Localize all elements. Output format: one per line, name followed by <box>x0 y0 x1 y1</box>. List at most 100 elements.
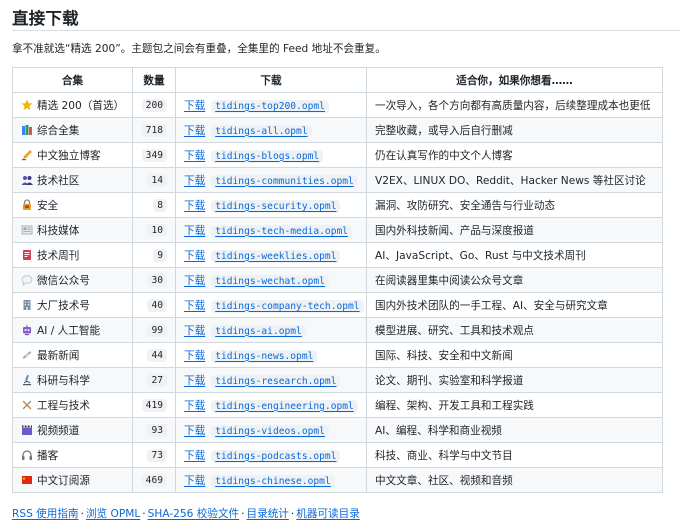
download-link[interactable]: 下载 <box>184 425 205 437</box>
col-header-count: 数量 <box>132 67 176 93</box>
description-cell: 仍在认真写作的中文个人博客 <box>366 142 663 168</box>
description-cell: 国内外科技新闻、产品与深度报道 <box>366 217 663 243</box>
opml-file-link[interactable]: tidings-company-tech.opml <box>211 299 364 313</box>
footer-link[interactable]: SHA-256 校验文件 <box>148 508 240 520</box>
description-cell: 国际、科技、安全和中文新闻 <box>366 342 663 368</box>
collection-cell: 微信公众号 <box>12 267 133 293</box>
count-value: 718 <box>141 123 167 137</box>
flag-icon <box>21 474 33 486</box>
opml-file-link[interactable]: tidings-podcasts.opml <box>211 449 341 463</box>
opml-file-link[interactable]: tidings-top200.opml <box>211 99 329 113</box>
description-cell: V2EX、LINUX DO、Reddit、Hacker News 等社区讨论 <box>366 167 663 193</box>
download-cell: 下载 tidings-company-tech.opml <box>175 292 367 318</box>
tools-icon <box>21 399 33 411</box>
description-cell: AI、编程、科学和商业视频 <box>366 417 663 443</box>
download-link[interactable]: 下载 <box>184 450 205 462</box>
lock-icon <box>21 198 33 211</box>
opml-file-link[interactable]: tidings-all.opml <box>211 124 312 138</box>
collection-name: 工程与技术 <box>37 399 90 412</box>
collection-cell: 精选 200（首选） <box>12 92 133 118</box>
collection-name: 中文独立博客 <box>37 149 101 162</box>
microscope-icon <box>21 374 33 386</box>
footer-link[interactable]: 机器可读目录 <box>296 508 360 520</box>
opml-file-link[interactable]: tidings-communities.opml <box>211 174 358 188</box>
opml-file-link[interactable]: tidings-videos.opml <box>211 424 329 438</box>
opml-file-link[interactable]: tidings-tech-media.opml <box>211 224 353 238</box>
opml-file-link[interactable]: tidings-engineering.opml <box>211 399 358 413</box>
count-value: 9 <box>153 248 167 262</box>
count-value: 40 <box>147 298 167 312</box>
collection-cell: 工程与技术 <box>12 392 133 418</box>
table-row: 中文独立博客 349 下载 tidings-blogs.opml 仍在认真写作的中… <box>12 142 663 168</box>
download-cell: 下载 tidings-tech-media.opml <box>175 217 367 243</box>
link-separator: · <box>290 508 295 520</box>
description-cell: 在阅读器里集中阅读公众号文章 <box>366 267 663 293</box>
download-link[interactable]: 下载 <box>184 325 205 337</box>
collections-table: 合集 数量 下载 适合你，如果你想看…… 精选 200（首选） 200 下载 ti… <box>12 67 663 493</box>
collection-cell: 科研与科学 <box>12 367 133 393</box>
speech-bubble-icon <box>21 274 33 286</box>
star-icon <box>21 99 33 111</box>
footer-link[interactable]: RSS 使用指南 <box>12 508 79 520</box>
count-cell: 93 <box>132 417 176 443</box>
count-cell: 469 <box>132 467 176 493</box>
footer-link[interactable]: 浏览 OPML <box>86 508 140 520</box>
count-value: 200 <box>141 98 167 112</box>
table-row: 大厂技术号 40 下载 tidings-company-tech.opml 国内外… <box>12 292 663 318</box>
count-cell: 27 <box>132 367 176 393</box>
count-cell: 73 <box>132 442 176 468</box>
table-row: 精选 200（首选） 200 下载 tidings-top200.opml 一次导… <box>12 92 663 118</box>
opml-file-link[interactable]: tidings-weeklies.opml <box>211 249 341 263</box>
download-link[interactable]: 下载 <box>184 225 205 237</box>
collection-cell: 中文订阅源 <box>12 467 133 493</box>
opml-file-link[interactable]: tidings-blogs.opml <box>211 149 324 163</box>
download-link[interactable]: 下载 <box>184 125 205 137</box>
col-header-collection: 合集 <box>12 67 133 93</box>
download-link[interactable]: 下载 <box>184 350 205 362</box>
download-link[interactable]: 下载 <box>184 100 205 112</box>
opml-file-link[interactable]: tidings-security.opml <box>211 199 341 213</box>
download-link[interactable]: 下载 <box>184 475 205 487</box>
opml-file-link[interactable]: tidings-ai.opml <box>211 324 306 338</box>
collection-name: 安全 <box>37 199 59 212</box>
download-link[interactable]: 下载 <box>184 175 205 187</box>
count-value: 14 <box>147 173 167 187</box>
download-link[interactable]: 下载 <box>184 150 205 162</box>
download-link[interactable]: 下载 <box>184 275 205 287</box>
table-row: 技术周刊 9 下载 tidings-weeklies.opml AI、JavaSc… <box>12 242 663 268</box>
download-link[interactable]: 下载 <box>184 200 205 212</box>
count-cell: 40 <box>132 292 176 318</box>
download-link[interactable]: 下载 <box>184 375 205 387</box>
opml-file-link[interactable]: tidings-chinese.opml <box>211 474 335 488</box>
count-cell: 9 <box>132 242 176 268</box>
download-cell: 下载 tidings-engineering.opml <box>175 392 367 418</box>
count-value: 349 <box>141 148 167 162</box>
download-link[interactable]: 下载 <box>184 300 205 312</box>
download-cell: 下载 tidings-communities.opml <box>175 167 367 193</box>
collection-cell: 大厂技术号 <box>12 292 133 318</box>
download-cell: 下载 tidings-videos.opml <box>175 417 367 443</box>
intro-text: 拿不准就选“精选 200”。主题包之间会有重叠，全集里的 Feed 地址不会重复… <box>12 43 386 55</box>
table-row: 视频频道 93 下载 tidings-videos.opml AI、编程、科学和商… <box>12 417 663 443</box>
download-cell: 下载 tidings-chinese.opml <box>175 467 367 493</box>
count-value: 8 <box>153 198 167 212</box>
count-cell: 8 <box>132 192 176 218</box>
opml-file-link[interactable]: tidings-research.opml <box>211 374 341 388</box>
description-cell: AI、JavaScript、Go、Rust 与中文技术周刊 <box>366 242 663 268</box>
opml-file-link[interactable]: tidings-news.opml <box>211 349 318 363</box>
footer-link[interactable]: 目录统计 <box>247 508 289 520</box>
download-cell: 下载 tidings-security.opml <box>175 192 367 218</box>
office-building-icon <box>21 299 33 311</box>
table-row: 安全 8 下载 tidings-security.opml 漏洞、攻防研究、安全通… <box>12 192 663 218</box>
description-cell: 完整收藏，或导入后自行删减 <box>366 117 663 143</box>
count-value: 93 <box>147 423 167 437</box>
opml-file-link[interactable]: tidings-wechat.opml <box>211 274 329 288</box>
count-cell: 10 <box>132 217 176 243</box>
heading-divider <box>12 30 680 31</box>
collection-name: 科技媒体 <box>37 224 80 237</box>
download-link[interactable]: 下载 <box>184 250 205 262</box>
col-header-description: 适合你，如果你想看…… <box>366 67 663 93</box>
collection-cell: 播客 <box>12 442 133 468</box>
download-link[interactable]: 下载 <box>184 400 205 412</box>
link-separator: · <box>241 508 245 520</box>
